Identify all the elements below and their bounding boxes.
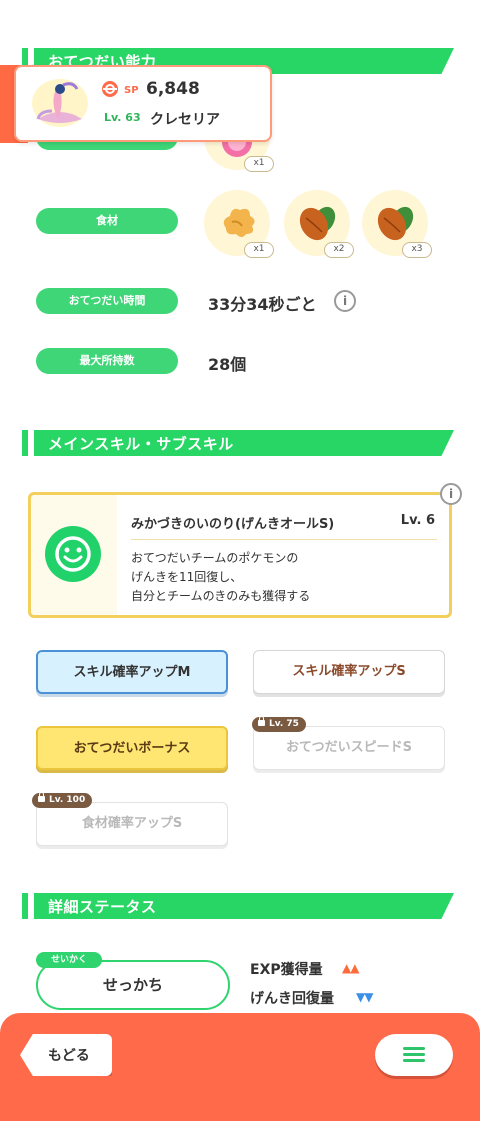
down-arrows-icon: ▼▼ <box>356 990 373 1004</box>
sp-value: 6,848 <box>146 79 200 99</box>
subskill-button-ingredient-finder-s[interactable]: 食材確率アップS <box>36 802 228 846</box>
smiley-icon <box>45 526 101 582</box>
ingredient-item[interactable]: x2 <box>284 190 354 258</box>
main-skill-name: みかづきのいのり(げんきオールS) <box>131 517 335 532</box>
divider <box>131 539 437 540</box>
subskill-button-skill-chance-s[interactable]: スキル確率アップS <box>253 650 445 694</box>
pokemon-level: Lv. 63 <box>104 111 141 124</box>
description-line: げんきを11回復し、 <box>131 570 243 584</box>
lock-badge: Lv. 100 <box>32 792 93 808</box>
helping-time-value: 33分34秒ごと <box>208 295 317 314</box>
ingredient-item[interactable]: x3 <box>362 190 432 258</box>
menu-button[interactable] <box>375 1034 453 1076</box>
lock-icon <box>258 716 265 726</box>
up-arrows-icon: ▲▲ <box>342 961 359 975</box>
section-title: 詳細ステータス <box>48 898 157 916</box>
cacao-icon <box>377 206 414 241</box>
pokemon-name: クレセリア <box>150 112 220 128</box>
berry-qty: x1 <box>244 156 274 172</box>
back-label: もどる <box>48 1048 90 1064</box>
section-title: メインスキル・サブスキル <box>48 435 234 453</box>
max-carry-value: 28個 <box>208 355 247 374</box>
helping-time-label-pill: おてつだい時間 <box>36 288 178 314</box>
subskill-button-helping-bonus[interactable]: おてつだいボーナス <box>36 726 228 770</box>
ingredient-qty: x3 <box>402 242 432 258</box>
ingredient-label-pill: 食材 <box>36 208 178 234</box>
energy-stat-label: げんき回復量 <box>250 991 334 1007</box>
section-header-skills: メインスキル・サブスキル <box>22 430 454 456</box>
max-carry-label-pill: 最大所持数 <box>36 348 178 374</box>
description-line: おてつだいチームのポケモンの <box>131 551 299 565</box>
max-carry-label: 最大所持数 <box>79 354 135 367</box>
section-header-status: 詳細ステータス <box>22 893 454 919</box>
subskill-button-helping-speed-s[interactable]: おてつだいスピードS <box>253 726 445 770</box>
info-icon[interactable]: i <box>440 483 462 505</box>
info-icon[interactable]: i <box>334 290 356 312</box>
sp-label: SP <box>124 85 139 96</box>
description-line: 自分とチームのきのみも獲得する <box>131 589 311 603</box>
ingredient-qty: x1 <box>244 242 274 258</box>
ingredient-item[interactable]: x1 <box>204 190 274 258</box>
subskill-button-skill-chance-m[interactable]: スキル確率アップM <box>36 650 228 694</box>
lock-level: Lv. 100 <box>49 795 86 805</box>
pokemon-summary-card[interactable]: SP 6,848 Lv. 63 クレセリア <box>14 65 272 142</box>
pokeball-icon <box>102 81 118 97</box>
lock-badge: Lv. 75 <box>252 716 306 732</box>
lock-level: Lv. 75 <box>269 719 299 729</box>
cresselia-icon <box>30 75 90 133</box>
cacao-icon <box>299 206 336 241</box>
helping-time-label: おてつだい時間 <box>68 294 146 307</box>
back-button[interactable]: もどる <box>20 1034 112 1076</box>
exp-stat-label: EXP獲得量 <box>250 962 323 978</box>
ingredient-label: 食材 <box>96 214 118 227</box>
main-skill-description: おてつだいチームのポケモンの げんきを11回復し、 自分とチームのきのみも獲得す… <box>131 549 310 606</box>
ginger-icon <box>223 208 255 237</box>
main-skill-card[interactable]: みかづきのいのり(げんきオールS) Lv. 6 おてつだいチームのポケモンの げ… <box>28 492 452 618</box>
ingredient-qty: x2 <box>324 242 354 258</box>
nature-tag: せいかく <box>36 952 102 968</box>
lock-icon <box>38 792 45 802</box>
main-skill-level: Lv. 6 <box>400 513 435 528</box>
